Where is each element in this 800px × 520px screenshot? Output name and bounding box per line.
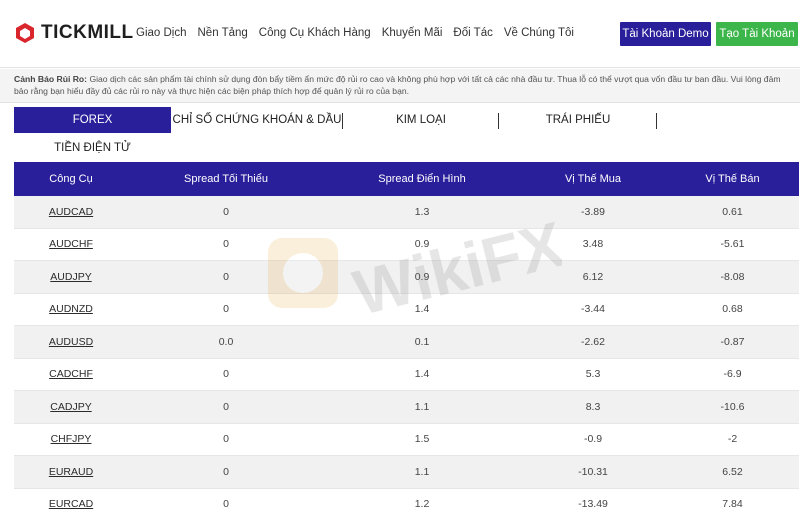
cell-swap-short: 0.61 [722, 205, 743, 218]
cell-instrument[interactable]: AUDJPY [14, 271, 128, 283]
cell-min-spread: 0 [223, 303, 229, 316]
table-row: AUDJPY 0 0.9 6.12 -8.08 [14, 261, 799, 294]
nav-item-platforms[interactable]: Nền Tảng [198, 27, 248, 39]
table-body: AUDCAD 0 1.3 -3.89 0.61 AUDCHF 0 0.9 3.48 -5.61 AU… [14, 196, 799, 520]
risk-warning-label: Cảnh Báo Rủi Ro: [14, 74, 88, 84]
cell-swap-long: -3.89 [581, 205, 605, 218]
col-header-typical-spread: Spread Điển Hình [378, 173, 466, 185]
table-row: EURAUD 0 1.1 -10.31 6.52 [14, 456, 799, 489]
nav-item-client-tools[interactable]: Công Cụ Khách Hàng [259, 27, 371, 39]
cell-swap-long: 6.12 [582, 270, 604, 283]
cell-instrument[interactable]: CHFJPY [14, 433, 128, 445]
cell-swap-long: -10.31 [578, 465, 608, 478]
col-header-swap-short: Vị Thế Bán [705, 173, 760, 185]
table-header: Công Cụ Spread Tối Thiểu Spread Điển Hìn… [14, 162, 799, 196]
cell-typical-spread: 0.9 [414, 270, 430, 283]
tab-divider [656, 113, 657, 129]
cell-min-spread: 0 [223, 433, 229, 446]
col-header-min-spread: Spread Tối Thiểu [184, 173, 268, 185]
risk-warning: Cảnh Báo Rủi Ro: Giao dịch các sản phẩm … [0, 69, 800, 103]
tab-metals[interactable]: KIM LOẠI [344, 107, 498, 133]
nav-item-about[interactable]: Về Chúng Tôi [504, 27, 574, 39]
cell-typical-spread: 1.4 [414, 303, 430, 316]
cell-typical-spread: 1.3 [414, 205, 430, 218]
cell-swap-short: -6.9 [723, 368, 742, 381]
cell-swap-long: 3.48 [582, 238, 604, 251]
main-nav: Giao Dịch Nền Tảng Công Cụ Khách Hàng Kh… [136, 27, 585, 39]
table-row: CADCHF 0 1.4 5.3 -6.9 [14, 359, 799, 391]
cell-min-spread: 0 [223, 368, 229, 381]
cell-typical-spread: 0.9 [414, 238, 430, 251]
table-row: AUDCHF 0 0.9 3.48 -5.61 [14, 229, 799, 261]
demo-account-button[interactable]: Tài Khoản Demo [620, 22, 711, 46]
cell-min-spread: 0.0 [218, 335, 234, 348]
table-row: CHFJPY 0 1.5 -0.9 -2 [14, 424, 799, 456]
tab-divider [342, 113, 343, 129]
cell-typical-spread: 0.1 [414, 335, 430, 348]
cell-swap-short: 7.84 [722, 498, 743, 511]
table-row: AUDUSD 0.0 0.1 -2.62 -0.87 [14, 326, 799, 359]
table-row: EURCAD 0 1.2 -13.49 7.84 [14, 489, 799, 520]
cell-swap-long: 5.3 [585, 368, 601, 381]
cell-min-spread: 0 [223, 270, 229, 283]
cell-swap-long: -2.62 [581, 335, 605, 348]
cell-swap-short: -2 [727, 433, 738, 446]
risk-warning-text: Giao dịch các sản phẩm tài chính sử dụng… [14, 74, 781, 96]
cell-min-spread: 0 [223, 465, 229, 478]
cell-instrument[interactable]: EURAUD [14, 466, 128, 478]
cell-instrument[interactable]: CADJPY [14, 401, 128, 413]
cell-instrument[interactable]: EURCAD [14, 498, 128, 510]
cell-typical-spread: 1.1 [414, 400, 430, 413]
col-header-swap-long: Vị Thế Mua [564, 173, 622, 185]
cell-swap-short: -10.6 [720, 400, 745, 413]
nav-item-promotions[interactable]: Khuyến Mãi [382, 27, 443, 39]
instrument-tabs: FOREX CHỈ SỐ CHỨNG KHOÁN & DẦU KIM LOẠI … [14, 107, 800, 161]
logo-text: TICKMILL [41, 22, 134, 43]
cell-min-spread: 0 [223, 238, 229, 251]
table-row: CADJPY 0 1.1 8.3 -10.6 [14, 391, 799, 424]
cell-swap-short: -0.87 [720, 335, 745, 348]
site-header: TICKMILL Giao Dịch Nền Tảng Công Cụ Khác… [0, 0, 800, 68]
table-row: AUDCAD 0 1.3 -3.89 0.61 [14, 196, 799, 229]
tickmill-logo[interactable]: TICKMILL [14, 22, 134, 44]
cell-min-spread: 0 [223, 498, 229, 511]
cell-instrument[interactable]: AUDNZD [14, 303, 128, 315]
cell-min-spread: 0 [223, 400, 229, 413]
col-header-instrument: Công Cụ [49, 173, 93, 185]
nav-item-trading[interactable]: Giao Dịch [136, 27, 187, 39]
cell-typical-spread: 1.1 [414, 465, 430, 478]
open-account-button[interactable]: Tạo Tài Khoản [716, 22, 798, 46]
cell-swap-short: -8.08 [720, 270, 745, 283]
nav-item-partners[interactable]: Đối Tác [453, 27, 492, 39]
table-row: AUDNZD 0 1.4 -3.44 0.68 [14, 294, 799, 326]
logo-icon [16, 23, 34, 43]
tab-divider [498, 113, 499, 129]
cell-instrument[interactable]: AUDCHF [14, 238, 128, 250]
tab-forex[interactable]: FOREX [14, 107, 171, 133]
cell-swap-long: -13.49 [578, 498, 608, 511]
cell-instrument[interactable]: AUDCAD [14, 206, 128, 218]
cell-min-spread: 0 [223, 205, 229, 218]
tab-bonds[interactable]: TRÁI PHIẾU [500, 107, 656, 133]
cell-typical-spread: 1.4 [414, 368, 430, 381]
tab-indices-oil[interactable]: CHỈ SỐ CHỨNG KHOÁN & DẦU [173, 107, 342, 133]
cell-typical-spread: 1.2 [414, 498, 430, 511]
cell-swap-short: 0.68 [722, 303, 743, 316]
cell-instrument[interactable]: AUDUSD [14, 336, 128, 348]
cell-typical-spread: 1.5 [414, 433, 430, 446]
cell-swap-short: -5.61 [720, 238, 745, 251]
tab-crypto[interactable]: TIỀN ĐIỆN TỬ [14, 135, 171, 161]
cell-swap-long: -0.9 [583, 433, 603, 446]
cell-instrument[interactable]: CADCHF [14, 368, 128, 380]
cell-swap-long: 8.3 [585, 400, 601, 413]
cell-swap-long: -3.44 [581, 303, 605, 316]
cell-swap-short: 6.52 [722, 465, 743, 478]
spread-table: Công Cụ Spread Tối Thiểu Spread Điển Hìn… [14, 162, 799, 520]
